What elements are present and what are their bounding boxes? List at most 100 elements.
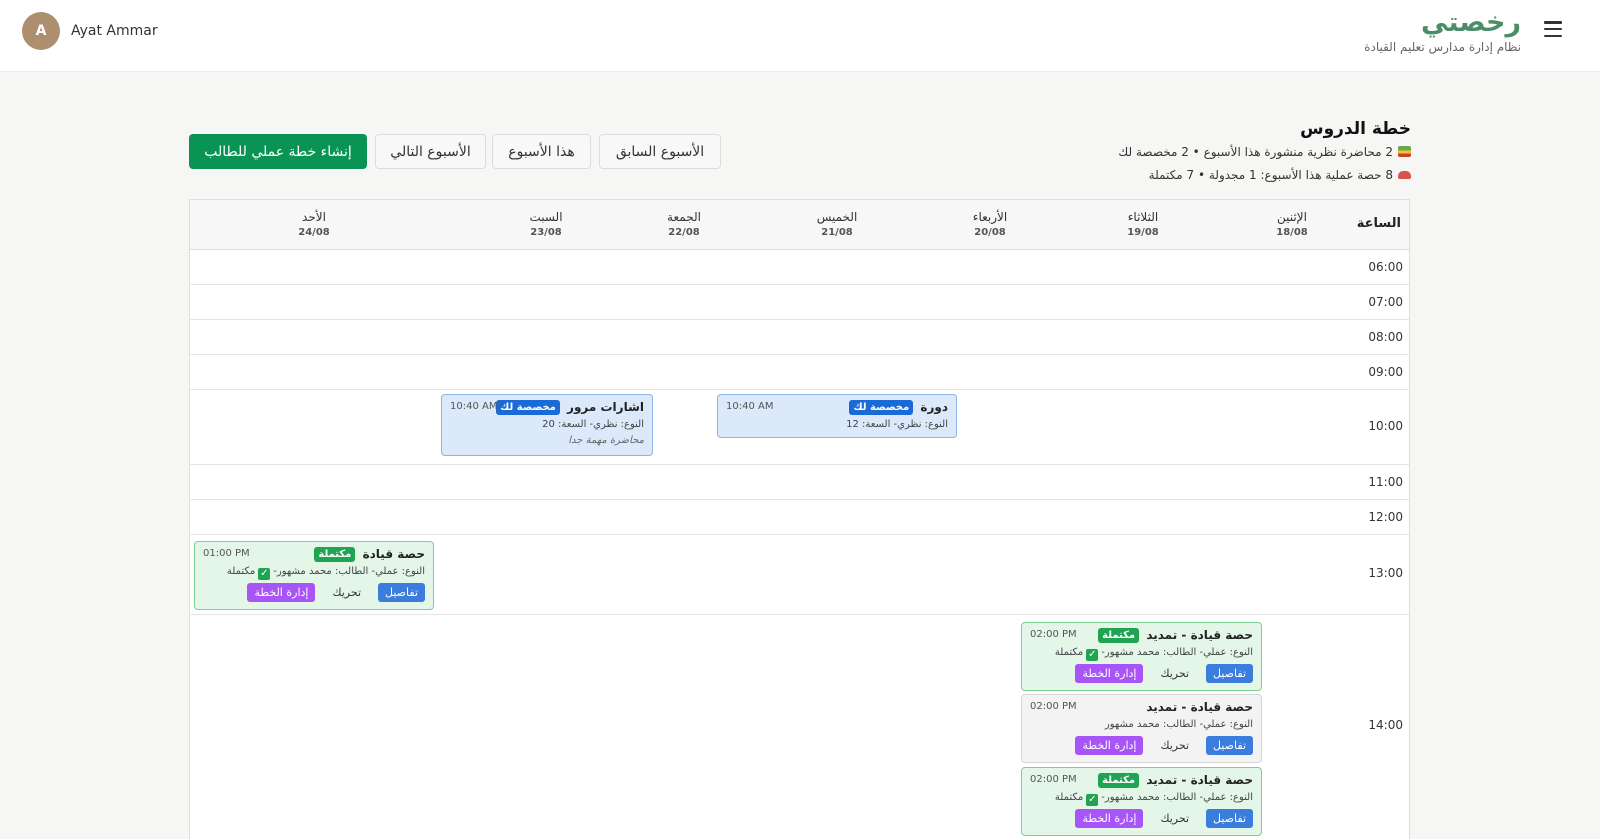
- create-plan-button[interactable]: إنشاء خطة عملي للطالب: [189, 134, 367, 169]
- calendar-header: الساعة الإثنين 18/08 الثلاثاء 19/08 الأربع…: [190, 200, 1409, 250]
- move-button[interactable]: تحريك: [1153, 664, 1196, 683]
- event-title: حصة قيادة - تمديد: [1146, 700, 1253, 714]
- day-name: الجمعة: [667, 210, 701, 224]
- move-button[interactable]: تحريك: [1153, 736, 1196, 755]
- assigned-badge: مخصصة لك: [496, 400, 560, 415]
- day-header: الثلاثاء 19/08: [1103, 210, 1183, 240]
- details-button[interactable]: تفاصيل: [1206, 736, 1253, 755]
- brand-title[interactable]: رخصتي: [1364, 6, 1521, 40]
- time-row: 11:00: [190, 465, 1409, 500]
- event-status: مكتملة: [1054, 792, 1084, 803]
- time-label: 07:00: [1368, 295, 1403, 309]
- user-menu[interactable]: A Ayat Ammar: [22, 11, 158, 51]
- event-info-text: النوع: عملي- الطالب: محمد مشهور-: [1101, 647, 1253, 658]
- event-actions: تفاصيل تحريك إدارة الخطة: [1030, 736, 1253, 755]
- completed-badge: مكتملة: [1098, 628, 1140, 643]
- theory-summary-text: 2 محاضرة نظرية منشورة هذا الأسبوع • 2 مخ…: [1118, 145, 1393, 159]
- day-header: السبت 23/08: [506, 210, 586, 240]
- details-button[interactable]: تفاصيل: [1206, 664, 1253, 683]
- event-header: اشارات مرور مخصصة لك 10:40 AM: [450, 400, 644, 417]
- event-title: اشارات مرور: [567, 400, 644, 414]
- event-time: 01:00 PM: [203, 548, 250, 559]
- time-label: 08:00: [1368, 330, 1403, 344]
- event-time: 02:00 PM: [1030, 629, 1077, 640]
- time-label: 11:00: [1368, 475, 1403, 489]
- time-label: 06:00: [1368, 260, 1403, 274]
- day-header: الأربعاء 20/08: [950, 210, 1030, 240]
- day-date: 22/08: [668, 227, 700, 238]
- event-actions: تفاصيل تحريك إدارة الخطة: [203, 583, 425, 602]
- event-header: حصة قيادة - تمديد مكتملة 02:00 PM: [1030, 628, 1253, 645]
- day-header: الإثنين 18/08: [1252, 210, 1332, 240]
- event-info: النوع: نظري- السعة: 12: [846, 419, 948, 430]
- day-header: الخميس 21/08: [797, 210, 877, 240]
- day-name: الثلاثاء: [1127, 210, 1159, 224]
- details-button[interactable]: تفاصيل: [1206, 809, 1253, 828]
- event-card[interactable]: دورة مخصصة لك 10:40 AM النوع: نظري- السع…: [717, 394, 957, 438]
- event-time: 10:40 AM: [726, 401, 774, 412]
- event-card[interactable]: حصة قيادة - تمديد مكتملة 02:00 PM النوع:…: [1021, 622, 1262, 691]
- move-button[interactable]: تحريك: [1153, 809, 1196, 828]
- car-icon: [1398, 171, 1411, 179]
- completed-badge: مكتملة: [314, 547, 356, 562]
- day-header: الجمعة 22/08: [644, 210, 724, 240]
- checkbox-checked-icon: ✓: [258, 568, 271, 580]
- day-name: الخميس: [816, 210, 858, 224]
- menu-toggle-button[interactable]: [1540, 16, 1566, 42]
- user-name[interactable]: Ayat Ammar: [71, 23, 158, 39]
- theory-summary: 2 محاضرة نظرية منشورة هذا الأسبوع • 2 مخ…: [1118, 145, 1411, 159]
- event-header: حصة قيادة - تمديد مكتملة 02:00 PM: [1030, 773, 1253, 790]
- time-row: 12:00: [190, 500, 1409, 535]
- next-week-button[interactable]: الأسبوع التالي: [375, 134, 486, 169]
- manage-plan-button[interactable]: إدارة الخطة: [247, 583, 316, 602]
- checkbox-checked-icon: ✓: [1086, 649, 1099, 661]
- event-info: النوع: نظري- السعة: 20: [542, 419, 644, 430]
- manage-plan-button[interactable]: إدارة الخطة: [1075, 664, 1144, 683]
- day-header: الأحد 24/08: [274, 210, 354, 240]
- event-time: 02:00 PM: [1030, 774, 1077, 785]
- event-time: 10:40 AM: [450, 401, 498, 412]
- event-title: حصة قيادة - تمديد: [1146, 628, 1253, 642]
- checkbox-checked-icon: ✓: [1086, 794, 1099, 806]
- move-button[interactable]: تحريك: [325, 583, 368, 602]
- this-week-button[interactable]: هذا الأسبوع: [492, 134, 591, 169]
- top-navbar: A Ayat Ammar رخصتي نظام إدارة مدارس تعلي…: [0, 0, 1600, 72]
- day-date: 24/08: [298, 227, 330, 238]
- time-label: 13:00: [1368, 566, 1403, 580]
- day-date: 18/08: [1276, 227, 1308, 238]
- hamburger-icon: [1544, 21, 1562, 37]
- time-label: 09:00: [1368, 365, 1403, 379]
- time-row: 08:00: [190, 320, 1409, 355]
- event-info: النوع: عملي- الطالب: محمد مشهور-✓مكتملة: [203, 564, 425, 580]
- avatar[interactable]: A: [22, 12, 60, 50]
- event-header: دورة مخصصة لك 10:40 AM: [726, 400, 948, 417]
- event-info-text: النوع: عملي- الطالب: محمد مشهور-: [273, 566, 425, 577]
- manage-plan-button[interactable]: إدارة الخطة: [1075, 809, 1144, 828]
- time-label: 12:00: [1368, 510, 1403, 524]
- time-column-header: الساعة: [1356, 216, 1401, 231]
- event-info: النوع: عملي- الطالب: محمد مشهور: [1104, 719, 1253, 730]
- event-title: دورة: [920, 400, 948, 414]
- event-info: النوع: عملي- الطالب: محمد مشهور-✓مكتملة: [1030, 790, 1253, 806]
- event-card[interactable]: اشارات مرور مخصصة لك 10:40 AM النوع: نظر…: [441, 394, 653, 456]
- details-button[interactable]: تفاصيل: [378, 583, 425, 602]
- practical-summary-text: 8 حصة عملية هذا الأسبوع: 1 مجدولة • 7 مك…: [1148, 168, 1393, 182]
- event-card[interactable]: حصة قيادة مكتملة 01:00 PM النوع: عملي- ا…: [194, 541, 434, 610]
- event-status: مكتملة: [1054, 647, 1084, 658]
- manage-plan-button[interactable]: إدارة الخطة: [1075, 736, 1144, 755]
- day-name: الأربعاء: [972, 210, 1008, 224]
- event-card[interactable]: حصة قيادة - تمديد مكتملة 02:00 PM النوع:…: [1021, 767, 1262, 836]
- brand-subtitle: نظام إدارة مدارس تعليم القيادة: [1364, 40, 1521, 54]
- time-row: 09:00: [190, 355, 1409, 390]
- event-actions: تفاصيل تحريك إدارة الخطة: [1030, 809, 1253, 828]
- time-label: 14:00: [1368, 718, 1403, 732]
- day-name: السبت: [529, 210, 563, 224]
- practical-summary: 8 حصة عملية هذا الأسبوع: 1 مجدولة • 7 مك…: [1149, 168, 1411, 182]
- event-header: حصة قيادة - تمديد 02:00 PM: [1030, 700, 1253, 717]
- time-label: 10:00: [1368, 419, 1403, 433]
- brand[interactable]: رخصتي نظام إدارة مدارس تعليم القيادة: [1364, 6, 1521, 54]
- event-card[interactable]: حصة قيادة - تمديد 02:00 PM النوع: عملي- …: [1021, 694, 1262, 763]
- prev-week-button[interactable]: الأسبوع السابق: [599, 134, 721, 169]
- weekly-calendar: الساعة الإثنين 18/08 الثلاثاء 19/08 الأربع…: [189, 199, 1410, 839]
- event-title: حصة قيادة - تمديد: [1146, 773, 1253, 787]
